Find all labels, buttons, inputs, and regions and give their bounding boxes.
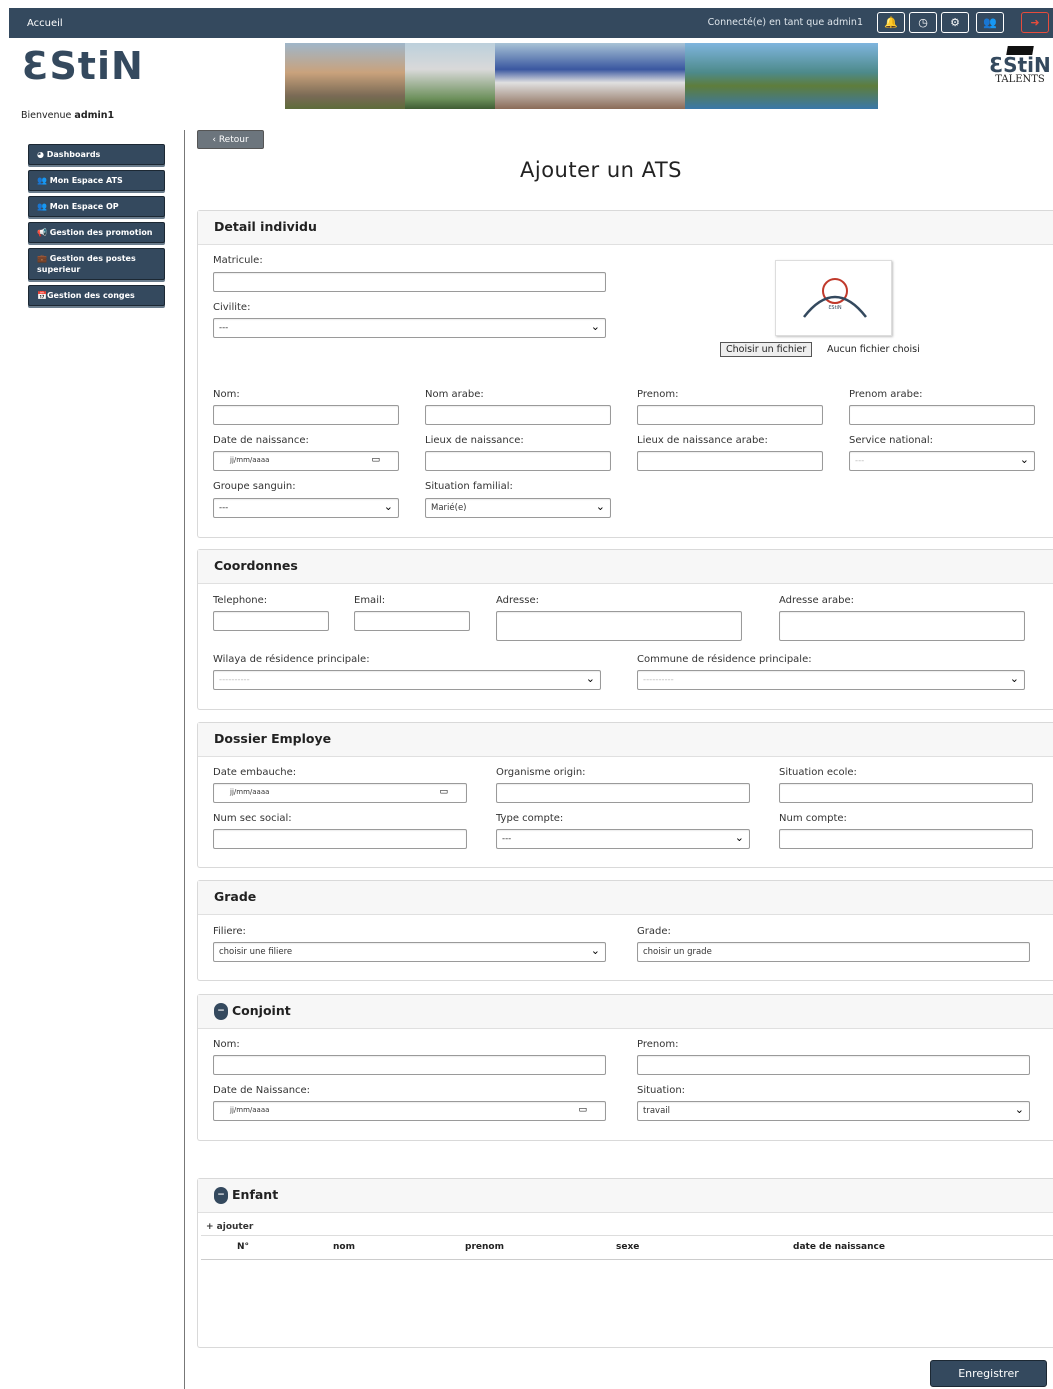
conjoint-nom-input[interactable]: [213, 1055, 606, 1075]
prenom-arabe-input[interactable]: [849, 405, 1035, 425]
gear-icon[interactable]: ⚙: [941, 12, 969, 33]
page-title: Ajouter un ATS: [520, 158, 683, 182]
profile-photo: ƐStiN: [775, 260, 892, 336]
detail-individu-card: Detail individu: [197, 210, 1053, 538]
column-header: date de naissance: [793, 1242, 885, 1252]
choose-file-button[interactable]: Choisir un fichier: [720, 342, 813, 357]
save-button[interactable]: Enregistrer: [930, 1360, 1047, 1387]
adresse-input[interactable]: [496, 611, 742, 641]
matricule-input[interactable]: [213, 272, 606, 292]
date-naissance-input[interactable]: jj/mm/aaaa: [213, 451, 399, 471]
section-header: Detail individu: [198, 211, 1053, 245]
graduation-cap-icon: [1006, 46, 1034, 55]
telephone-input[interactable]: [213, 611, 329, 631]
users-icon[interactable]: 👥: [976, 12, 1004, 33]
enfant-card: − Enfant: [197, 1178, 1053, 1348]
lieux-naissance-arabe-input[interactable]: [637, 451, 823, 471]
collapse-icon[interactable]: −: [214, 1003, 228, 1020]
sidebar-item-espace-ats[interactable]: 👥 Mon Espace ATS: [28, 170, 165, 191]
no-file-text: Aucun fichier choisi: [827, 344, 920, 355]
avatar-icon: ƐStiN: [803, 278, 867, 318]
clock-icon[interactable]: ◷: [909, 12, 937, 33]
grade-select[interactable]: choisir un grade: [637, 942, 1030, 962]
conjoint-date-input[interactable]: jj/mm/aaaa: [213, 1101, 606, 1121]
bell-icon[interactable]: 🔔: [877, 12, 905, 33]
column-header: nom: [333, 1242, 355, 1252]
back-button[interactable]: ‹ Retour: [197, 130, 264, 149]
estin-logo: ƐStiN: [22, 44, 144, 88]
filiere-select[interactable]: choisir une filiere: [213, 942, 606, 962]
section-header: Coordonnes: [198, 550, 1053, 584]
organisme-input[interactable]: [496, 783, 750, 803]
wilaya-select[interactable]: ----------: [213, 670, 601, 690]
section-header: Dossier Employe: [198, 723, 1053, 757]
situation-ecole-input[interactable]: [779, 783, 1033, 803]
nom-input[interactable]: [213, 405, 399, 425]
sidebar-item-dashboards[interactable]: ◕ Dashboards: [28, 144, 165, 165]
sidebar-item-postes[interactable]: 💼 Gestion des postes superieur: [28, 248, 165, 280]
campus-banner: [285, 43, 878, 109]
lieux-naissance-input[interactable]: [425, 451, 611, 471]
section-header: Conjoint: [232, 1003, 291, 1018]
estin-talents-logo: ƐStiN TALENTS: [989, 46, 1051, 85]
date-embauche-input[interactable]: jj/mm/aaaa: [213, 783, 467, 803]
sidebar-item-conges[interactable]: 📅Gestion des conges: [28, 285, 165, 306]
num-compte-input[interactable]: [779, 829, 1033, 849]
adresse-arabe-input[interactable]: [779, 611, 1025, 641]
top-navbar: Accueil Connecté(e) en tant que admin1 🔔…: [9, 8, 1053, 38]
column-header: prenom: [465, 1242, 504, 1252]
commune-select[interactable]: ----------: [637, 670, 1025, 690]
column-header: N°: [237, 1242, 250, 1252]
service-national-select[interactable]: ---: [849, 451, 1035, 471]
type-compte-select[interactable]: ---: [496, 829, 750, 849]
add-enfant-link[interactable]: + ajouter: [206, 1222, 253, 1232]
divider: [184, 130, 185, 1389]
collapse-icon[interactable]: −: [214, 1187, 228, 1204]
email-input[interactable]: [354, 611, 470, 631]
situation-familial-select[interactable]: Marié(e): [425, 498, 611, 518]
home-link[interactable]: Accueil: [27, 18, 63, 29]
num-sec-social-input[interactable]: [213, 829, 467, 849]
nom-arabe-input[interactable]: [425, 405, 611, 425]
connected-user-text: Connecté(e) en tant que admin1: [707, 17, 863, 28]
civilite-select[interactable]: ---: [213, 318, 606, 338]
svg-text:ƐStiN: ƐStiN: [828, 305, 842, 311]
sidebar-item-espace-op[interactable]: 👥 Mon Espace OP: [28, 196, 165, 217]
grade-card: Grade: [197, 880, 1053, 981]
column-header: sexe: [616, 1242, 640, 1252]
sidebar-item-promotion[interactable]: 📢 Gestion des promotion: [28, 222, 165, 243]
welcome-text: Bienvenue admin1: [21, 110, 115, 121]
sidebar: ◕ Dashboards 👥 Mon Espace ATS 👥 Mon Espa…: [28, 144, 165, 311]
conjoint-prenom-input[interactable]: [637, 1055, 1030, 1075]
prenom-input[interactable]: [637, 405, 823, 425]
section-header: Grade: [198, 881, 1053, 915]
groupe-sanguin-select[interactable]: ---: [213, 498, 399, 518]
conjoint-situation-select[interactable]: travail: [637, 1101, 1030, 1121]
logout-icon[interactable]: ➜: [1021, 12, 1049, 33]
section-header: Enfant: [232, 1187, 279, 1202]
